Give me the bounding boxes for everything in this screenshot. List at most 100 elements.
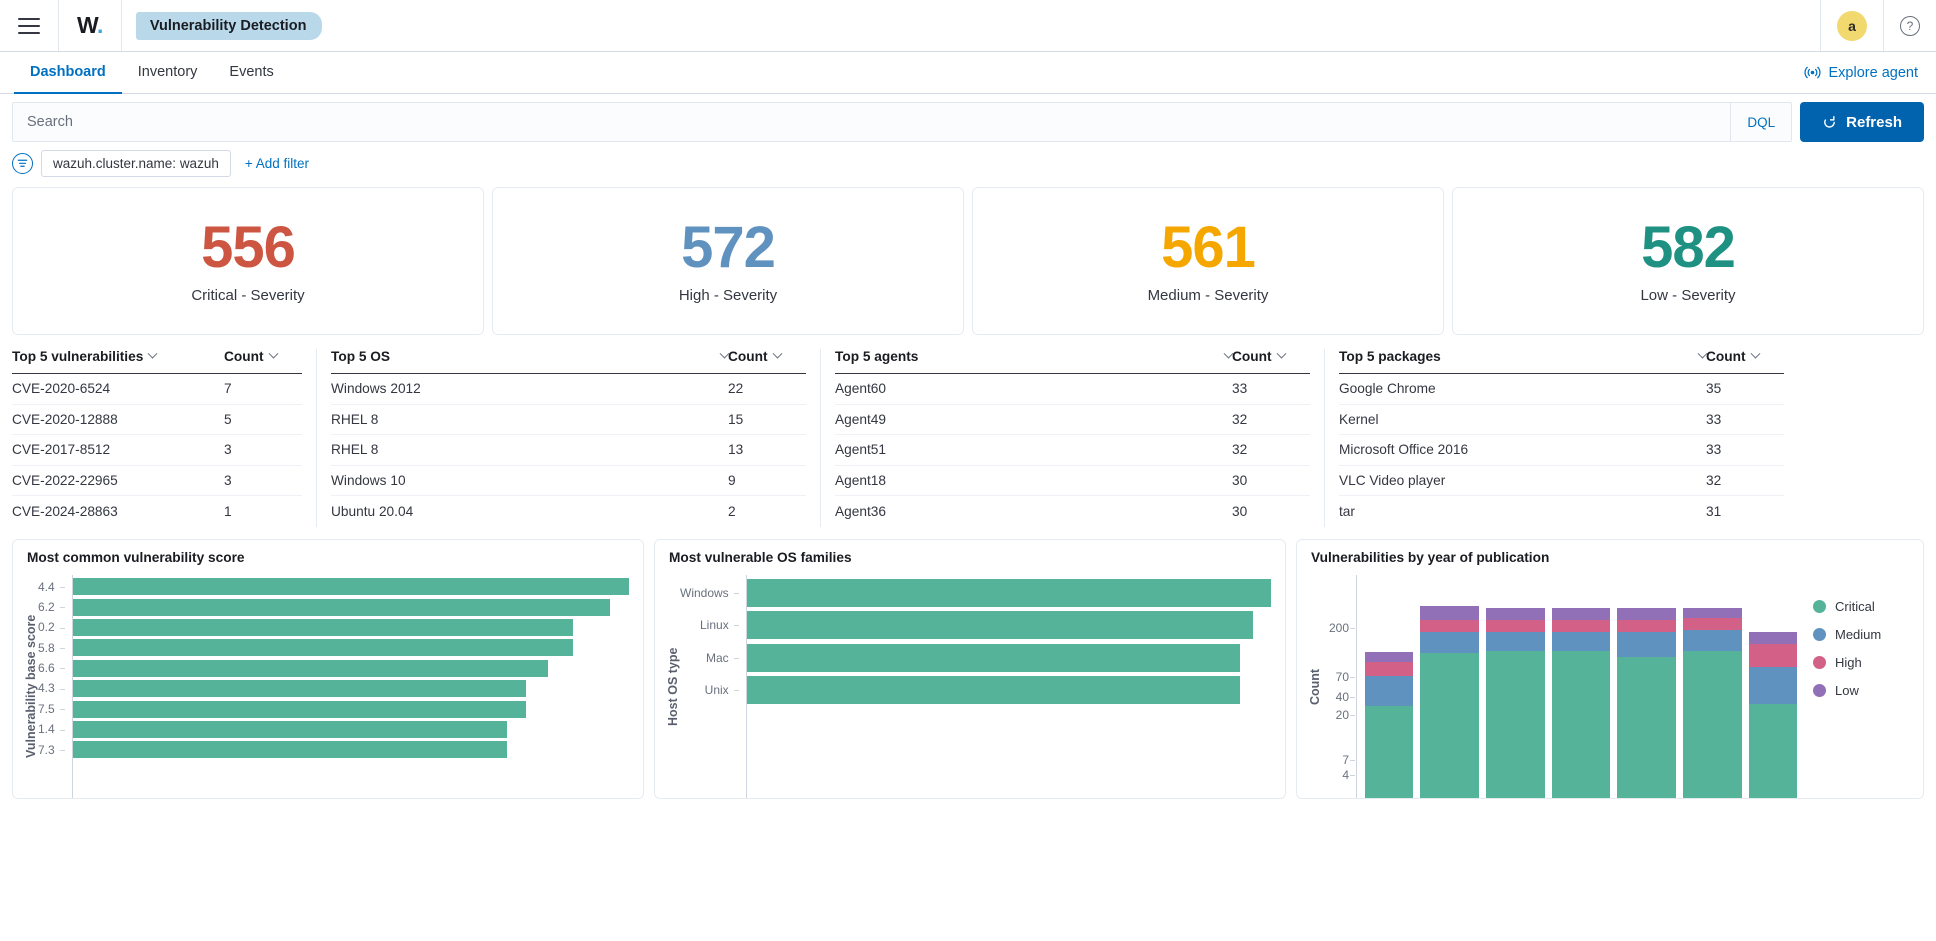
table-row[interactable]: Agent4932 xyxy=(835,405,1310,436)
table-row[interactable]: Windows 109 xyxy=(331,466,806,497)
bar-segment-medium[interactable] xyxy=(1617,632,1676,657)
table-row[interactable]: Kernel33 xyxy=(1339,405,1784,436)
bar[interactable] xyxy=(73,639,574,656)
refresh-button[interactable]: Refresh xyxy=(1800,102,1924,142)
bar[interactable] xyxy=(73,578,629,595)
bar-segment-critical[interactable] xyxy=(1365,706,1413,797)
dql-language-switcher[interactable]: DQL xyxy=(1730,103,1791,141)
bar-segment-high[interactable] xyxy=(1617,620,1676,632)
metric-card-critical[interactable]: 556 Critical - Severity xyxy=(12,187,484,335)
table-row[interactable]: Google Chrome35 xyxy=(1339,374,1784,405)
column-header-count[interactable]: Count xyxy=(1232,349,1310,364)
help-menu[interactable]: ? xyxy=(1883,0,1936,51)
table-row[interactable]: CVE-2020-65247 xyxy=(12,374,302,405)
bar-segment-medium[interactable] xyxy=(1749,667,1797,704)
legend-item-high[interactable]: High xyxy=(1813,655,1915,670)
bar-segment-medium[interactable] xyxy=(1365,676,1413,706)
stacked-bar[interactable] xyxy=(1749,575,1797,798)
table-row[interactable]: VLC Video player32 xyxy=(1339,466,1784,497)
bar[interactable] xyxy=(73,599,610,616)
filter-pill-cluster-name[interactable]: wazuh.cluster.name: wazuh xyxy=(41,150,231,177)
bar[interactable] xyxy=(73,619,574,636)
hamburger-icon[interactable] xyxy=(18,18,40,34)
bar-segment-low[interactable] xyxy=(1683,608,1742,619)
stacked-bar[interactable] xyxy=(1420,575,1479,798)
bar[interactable] xyxy=(747,676,1240,704)
bar-segment-medium[interactable] xyxy=(1486,632,1545,651)
bar-segment-high[interactable] xyxy=(1365,662,1413,676)
bar-segment-critical[interactable] xyxy=(1683,651,1742,797)
bar-segment-high[interactable] xyxy=(1683,618,1742,630)
table-row[interactable]: CVE-2022-229653 xyxy=(12,466,302,497)
stacked-bar[interactable] xyxy=(1552,575,1611,798)
bar-segment-low[interactable] xyxy=(1617,608,1676,620)
stacked-bar[interactable] xyxy=(1683,575,1742,798)
table-row[interactable]: Windows 201222 xyxy=(331,374,806,405)
stacked-bar[interactable] xyxy=(1365,575,1413,798)
tab-dashboard[interactable]: Dashboard xyxy=(14,52,122,94)
table-row[interactable]: RHEL 813 xyxy=(331,435,806,466)
bar[interactable] xyxy=(747,644,1240,672)
table-row[interactable]: CVE-2017-85123 xyxy=(12,435,302,466)
bar-segment-critical[interactable] xyxy=(1552,651,1611,797)
filter-options-icon[interactable] xyxy=(12,153,33,174)
tab-events[interactable]: Events xyxy=(213,52,289,94)
column-header-count[interactable]: Count xyxy=(1706,349,1784,364)
bar[interactable] xyxy=(73,660,549,677)
tab-inventory[interactable]: Inventory xyxy=(122,52,214,94)
bar-segment-high[interactable] xyxy=(1420,620,1479,632)
bar[interactable] xyxy=(73,741,507,758)
search-input[interactable] xyxy=(13,103,1730,141)
bar-segment-critical[interactable] xyxy=(1420,653,1479,797)
legend-item-medium[interactable]: Medium xyxy=(1813,627,1915,642)
column-header-name[interactable]: Top 5 packages xyxy=(1339,349,1706,364)
bar-segment-low[interactable] xyxy=(1486,608,1545,620)
bar-segment-high[interactable] xyxy=(1486,620,1545,632)
add-filter-button[interactable]: + Add filter xyxy=(239,156,309,171)
bar-segment-medium[interactable] xyxy=(1420,632,1479,653)
table-row[interactable]: tar31 xyxy=(1339,496,1784,527)
bar-segment-high[interactable] xyxy=(1552,620,1611,632)
bar[interactable] xyxy=(73,701,526,718)
bar-segment-low[interactable] xyxy=(1749,632,1797,644)
menu-toggle[interactable] xyxy=(0,0,59,51)
metric-card-low[interactable]: 582 Low - Severity xyxy=(1452,187,1924,335)
table-row[interactable]: Agent6033 xyxy=(835,374,1310,405)
column-header-name[interactable]: Top 5 agents xyxy=(835,349,1232,364)
bar-segment-low[interactable] xyxy=(1552,608,1611,620)
table-row[interactable]: CVE-2024-288631 xyxy=(12,496,302,527)
table-row[interactable]: Ubuntu 20.042 xyxy=(331,496,806,527)
bar-segment-low[interactable] xyxy=(1420,606,1479,620)
metric-card-high[interactable]: 572 High - Severity xyxy=(492,187,964,335)
column-header-name[interactable]: Top 5 vulnerabilities xyxy=(12,349,224,364)
bar-segment-critical[interactable] xyxy=(1486,651,1545,797)
stacked-bar[interactable] xyxy=(1617,575,1676,798)
bar-segment-medium[interactable] xyxy=(1552,632,1611,651)
table-row[interactable]: Agent3630 xyxy=(835,496,1310,527)
bar-segment-critical[interactable] xyxy=(1617,657,1676,798)
app-logo[interactable]: W. xyxy=(59,0,122,51)
table-row[interactable]: RHEL 815 xyxy=(331,405,806,436)
avatar[interactable]: a xyxy=(1837,11,1867,41)
bar[interactable] xyxy=(73,680,526,697)
bar[interactable] xyxy=(747,611,1253,639)
bar-segment-low[interactable] xyxy=(1365,652,1413,663)
legend-item-low[interactable]: Low xyxy=(1813,683,1915,698)
table-row[interactable]: Microsoft Office 201633 xyxy=(1339,435,1784,466)
legend-item-critical[interactable]: Critical xyxy=(1813,599,1915,614)
user-menu[interactable]: a xyxy=(1820,0,1883,51)
help-icon[interactable]: ? xyxy=(1900,16,1920,36)
bar-segment-medium[interactable] xyxy=(1683,630,1742,651)
bar-segment-critical[interactable] xyxy=(1749,704,1797,797)
bar-segment-high[interactable] xyxy=(1749,644,1797,667)
stacked-bar[interactable] xyxy=(1486,575,1545,798)
table-row[interactable]: Agent1830 xyxy=(835,466,1310,497)
metric-card-medium[interactable]: 561 Medium - Severity xyxy=(972,187,1444,335)
bar[interactable] xyxy=(747,579,1271,607)
table-row[interactable]: CVE-2020-128885 xyxy=(12,405,302,436)
table-row[interactable]: Agent5132 xyxy=(835,435,1310,466)
column-header-count[interactable]: Count xyxy=(224,349,302,364)
column-header-count[interactable]: Count xyxy=(728,349,806,364)
bar[interactable] xyxy=(73,721,507,738)
breadcrumb-vulnerability-detection[interactable]: Vulnerability Detection xyxy=(136,12,323,40)
